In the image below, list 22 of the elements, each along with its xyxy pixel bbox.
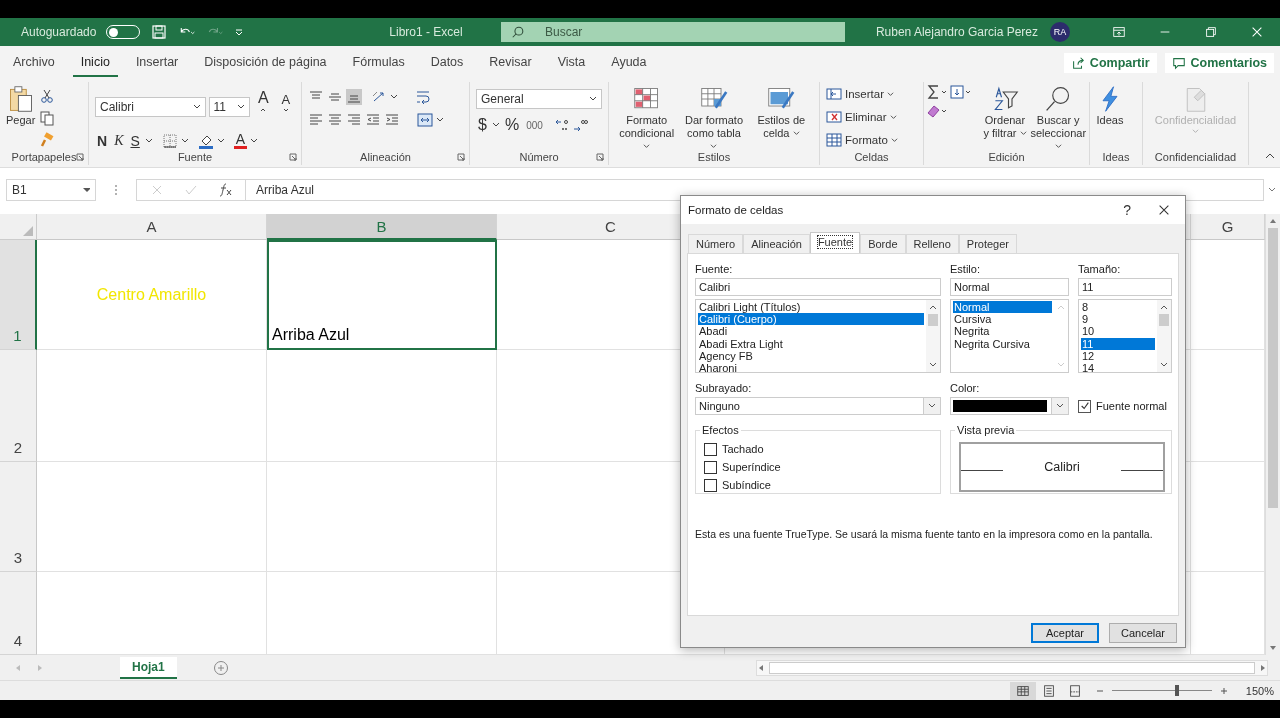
user-name: Ruben Alejandro Garcia Perez <box>875 25 1038 39</box>
group-label: Fuente <box>177 151 213 163</box>
group-label: Ideas <box>1102 151 1130 163</box>
preview-text: Calibri <box>1043 460 1081 474</box>
style-label: Estilo: <box>950 262 981 276</box>
size-label: Tamaño: <box>1078 262 1122 276</box>
autosave-label: Autoguardado <box>21 25 97 39</box>
color-label: Color: <box>950 381 981 395</box>
group-label: Alineación <box>360 151 411 163</box>
effects-label: Efectos <box>701 424 740 436</box>
underline-label: Subrayado: <box>695 381 753 395</box>
group-label: Número <box>519 151 559 163</box>
preview-label: Vista previa <box>956 424 1016 436</box>
dialog-title: Formato de celdas <box>688 204 784 216</box>
font-note: Esta es una fuente TrueType. Se usará la misma fuente tanto en la impresora como en la pantalla. <box>695 528 1154 540</box>
font-label: Fuente: <box>695 262 734 276</box>
group-label: Edición <box>988 151 1025 163</box>
window-title: Libro1 - Excel <box>388 25 464 39</box>
group-label: Celdas <box>854 151 889 163</box>
group-label: Confidencialidad <box>1154 151 1237 163</box>
group-label: Portapapeles <box>11 151 77 163</box>
group-label: Estilos <box>697 151 731 163</box>
